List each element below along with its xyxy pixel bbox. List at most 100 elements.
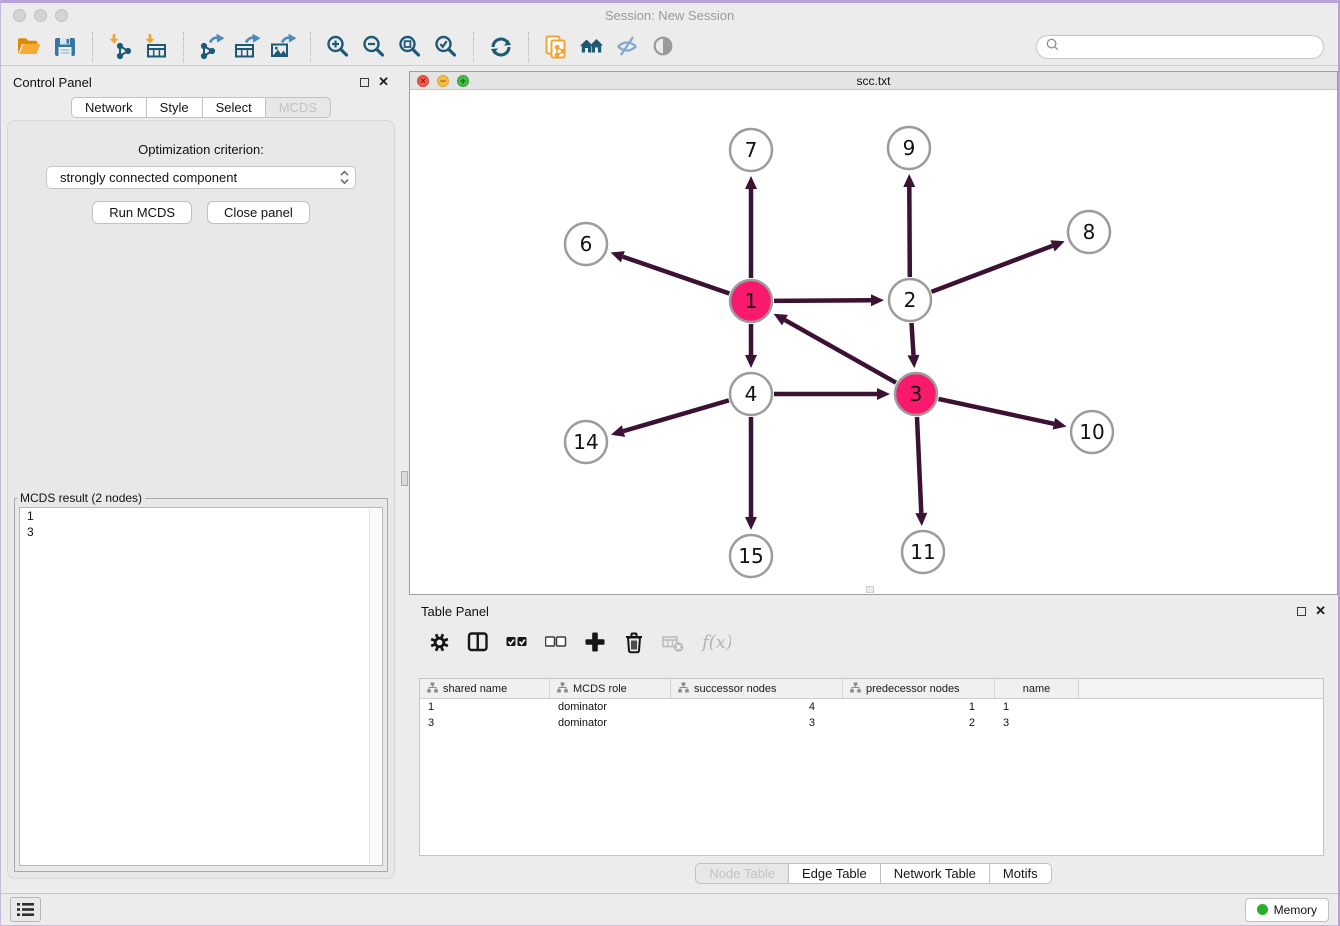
table-cell[interactable]: 1 [995,701,1079,713]
table-cell[interactable]: dominator [550,717,671,729]
graph-edge-1-6[interactable] [611,251,730,293]
graph-edge-1-2[interactable] [774,294,884,306]
tab-network[interactable]: Network [71,97,147,118]
table-cell[interactable]: 3 [671,717,843,729]
graph-edge-2-9[interactable] [903,174,915,277]
table-cell[interactable]: 2 [843,717,995,729]
graph-edge-3-10[interactable] [939,399,1067,430]
graph-node-8[interactable]: 8 [1068,211,1110,253]
run-mcds-button[interactable]: Run MCDS [92,201,192,224]
table-tab-node-table[interactable]: Node Table [695,863,789,884]
tab-style[interactable]: Style [147,97,203,118]
panel-splitter[interactable] [401,69,409,893]
graph-node-10[interactable]: 10 [1071,411,1113,453]
close-window-button[interactable] [13,9,26,22]
network-canvas[interactable]: 7 9 6 8 1 2 4 3 14 10 15 11 [410,91,1337,594]
column-header-predecessor-nodes[interactable]: predecessor nodes [843,679,995,698]
network-resize-grip[interactable] [866,586,874,593]
graph-edge-4-3[interactable] [774,388,890,400]
clone-network-icon[interactable] [538,32,574,62]
graph-edge-2-3[interactable] [908,323,920,368]
table-row[interactable]: 1dominator411 [420,699,1323,715]
minimize-window-button[interactable] [34,9,47,22]
memory-button[interactable]: Memory [1245,898,1329,922]
column-header-mcds-role[interactable]: MCDS role [550,679,671,698]
graph-node-1[interactable]: 1 [730,280,772,322]
column-header-shared-name[interactable]: shared name [420,679,550,698]
zoom-out-icon[interactable] [356,32,392,62]
control-panel-header: Control Panel ✕ [1,69,401,95]
table-cell[interactable]: 1 [843,701,995,713]
zoom-selected-icon[interactable] [428,32,464,62]
result-item[interactable]: 1 [20,508,382,524]
float-panel-icon[interactable] [360,78,369,87]
show-columns-icon[interactable] [467,629,489,655]
graph-edge-1-4[interactable] [745,324,757,368]
graph-node-11[interactable]: 11 [902,531,944,573]
home-icon[interactable] [574,32,610,62]
graph-node-4[interactable]: 4 [730,373,772,415]
export-image-icon[interactable] [265,32,301,62]
zoom-fit-icon[interactable] [392,32,428,62]
graph-edge-3-11[interactable] [915,417,927,526]
task-history-button[interactable] [10,897,41,922]
close-table-panel-icon[interactable]: ✕ [1315,606,1326,616]
select-all-icon[interactable] [506,629,528,655]
deselect-all-icon[interactable] [545,629,567,655]
criterion-dropdown[interactable]: strongly connected component [46,166,356,189]
add-column-icon[interactable] [584,629,606,655]
control-panel-title: Control Panel [13,75,360,90]
column-header-name[interactable]: name [995,679,1079,698]
result-scrollbar[interactable] [369,509,381,864]
graph-node-3[interactable]: 3 [895,373,937,415]
network-window-titlebar[interactable]: ✕ − + scc.txt [410,72,1337,90]
table-tab-network-table[interactable]: Network Table [881,863,990,884]
graph-node-9[interactable]: 9 [888,127,930,169]
tab-select[interactable]: Select [203,97,266,118]
graph-node-15[interactable]: 15 [730,535,772,577]
table-cell[interactable]: 3 [420,717,550,729]
graph-edge-4-15[interactable] [745,417,757,530]
zoom-window-button[interactable] [55,9,68,22]
delete-column-icon[interactable] [623,629,645,655]
table-mode-icon[interactable] [429,629,450,655]
table-cell[interactable]: dominator [550,701,671,713]
close-panel-icon[interactable]: ✕ [378,77,389,87]
zoom-in-icon[interactable] [320,32,356,62]
table-row[interactable]: 3dominator323 [420,715,1323,731]
graph-node-14[interactable]: 14 [565,421,607,463]
table-tab-motifs[interactable]: Motifs [990,863,1052,884]
import-table-icon[interactable] [138,32,174,62]
table-cell[interactable]: 4 [671,701,843,713]
export-network-icon[interactable] [193,32,229,62]
graph-node-7[interactable]: 7 [730,129,772,171]
refresh-layout-icon[interactable] [483,32,519,62]
result-item[interactable]: 3 [20,524,382,540]
export-table-icon[interactable] [229,32,265,62]
svg-text:11: 11 [910,540,935,564]
splitter-grip[interactable] [401,471,408,486]
network-maximize-icon[interactable]: + [457,75,469,87]
search-field[interactable] [1036,35,1324,59]
graph-edge-3-1[interactable] [774,314,896,383]
save-session-icon[interactable] [47,32,83,62]
column-header-successor-nodes[interactable]: successor nodes [671,679,843,698]
open-session-icon[interactable] [11,32,47,62]
search-input[interactable] [1065,39,1314,56]
table-tab-edge-table[interactable]: Edge Table [789,863,881,884]
float-table-panel-icon[interactable] [1297,607,1306,616]
table-cell[interactable]: 1 [420,701,550,713]
table-cell[interactable]: 3 [995,717,1079,729]
graph-node-2[interactable]: 2 [889,279,931,321]
mcds-result-list[interactable]: 13 [19,507,383,866]
network-minimize-icon[interactable]: − [437,75,449,87]
graph-node-6[interactable]: 6 [565,223,607,265]
graph-edge-2-8[interactable] [932,240,1065,292]
tab-mcds[interactable]: MCDS [266,97,331,118]
network-close-icon[interactable]: ✕ [417,75,429,87]
close-panel-button[interactable]: Close panel [207,201,310,224]
import-network-icon[interactable] [102,32,138,62]
graph-edge-4-14[interactable] [611,400,729,437]
hide-details-icon[interactable] [610,32,646,62]
graph-edge-1-7[interactable] [745,176,757,278]
